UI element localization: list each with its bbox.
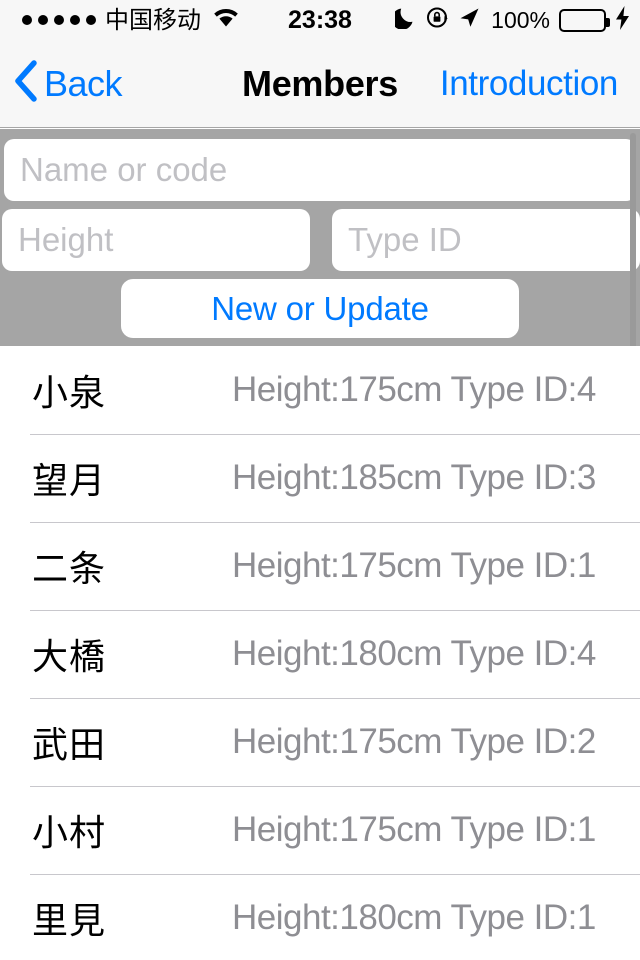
location-arrow-icon [458,6,481,34]
table-row[interactable]: 二条 Height:175cm Type ID:1 [0,522,640,610]
member-name: 小村 [32,813,107,854]
member-name: 小泉 [32,373,107,414]
member-detail: Height:185cm Type ID:3 [232,458,596,497]
clock-label: 23:38 [288,5,352,34]
status-bar-right: 100% [391,0,630,40]
status-bar: 中国移动 23:38 100% [0,0,640,40]
member-name: 二条 [32,549,107,590]
table-row[interactable]: 小村 Height:175cm Type ID:1 [0,786,640,874]
app-screen: 中国移动 23:38 100% Back Members Introductio… [0,0,640,960]
member-detail: Height:175cm Type ID:1 [232,546,596,585]
moon-icon [391,6,417,34]
height-input[interactable] [2,209,310,271]
name-or-code-input[interactable] [4,139,636,201]
type-id-input[interactable] [332,209,640,271]
member-detail: Height:175cm Type ID:2 [232,722,596,761]
table-row[interactable]: 大橋 Height:180cm Type ID:4 [0,610,640,698]
member-name: 里見 [32,901,107,942]
member-name: 武田 [32,725,107,766]
navigation-bar: Back Members Introduction [0,40,640,128]
members-list: 小泉 Height:175cm Type ID:4 望月 Height:185cm T… [0,346,640,960]
member-detail: Height:175cm Type ID:1 [232,810,596,849]
member-detail: Height:180cm Type ID:1 [232,898,596,937]
member-name: 望月 [32,461,107,502]
rotation-lock-icon [426,6,449,34]
table-row[interactable]: 小泉 Height:175cm Type ID:4 [0,346,640,434]
lightning-bolt-icon [615,5,630,35]
battery-cap [606,17,610,27]
entry-form-panel: New or Update [0,129,640,346]
table-row[interactable]: 里見 Height:180cm Type ID:1 [0,874,640,960]
member-name: 大橋 [32,637,107,678]
battery-icon [559,8,610,32]
introduction-button[interactable]: Introduction [440,40,619,127]
new-or-update-button[interactable]: New or Update [121,279,519,338]
member-detail: Height:180cm Type ID:4 [232,634,596,673]
table-row[interactable]: 望月 Height:185cm Type ID:3 [0,434,640,522]
member-detail: Height:175cm Type ID:4 [232,370,596,409]
table-row[interactable]: 武田 Height:175cm Type ID:2 [0,698,640,786]
battery-percent-label: 100% [491,6,550,33]
